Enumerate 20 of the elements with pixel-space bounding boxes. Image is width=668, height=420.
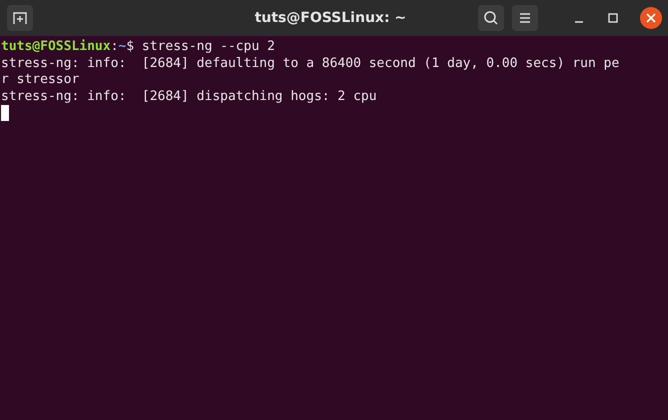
menu-button[interactable] — [512, 5, 538, 31]
text-cursor — [1, 105, 9, 121]
maximize-icon — [607, 12, 619, 24]
close-icon — [646, 13, 656, 23]
prompt-path: ~ — [118, 39, 126, 54]
prompt-symbol: $ — [126, 39, 134, 54]
window-title: tuts@FOSSLinux: ~ — [254, 10, 408, 26]
prompt-user-host: tuts@FOSSLinux — [1, 39, 111, 54]
output-line: r stressor — [1, 72, 80, 87]
minimize-icon — [575, 21, 583, 23]
search-icon — [483, 10, 499, 26]
output-line: stress-ng: info: [2684] defaulting to a 86400 second (1 day, 0.00 secs) run pe — [1, 56, 620, 70]
command-text: stress-ng --cpu 2 — [142, 39, 275, 54]
prompt-separator: : — [110, 39, 118, 54]
new-tab-icon — [12, 10, 28, 26]
close-button[interactable] — [640, 7, 662, 29]
output-line: stress-ng: info: [2684] dispatching hogs: 2 cpu — [1, 88, 377, 104]
search-button[interactable] — [478, 5, 504, 31]
new-tab-button[interactable] — [7, 5, 33, 31]
menu-icon — [518, 11, 532, 25]
